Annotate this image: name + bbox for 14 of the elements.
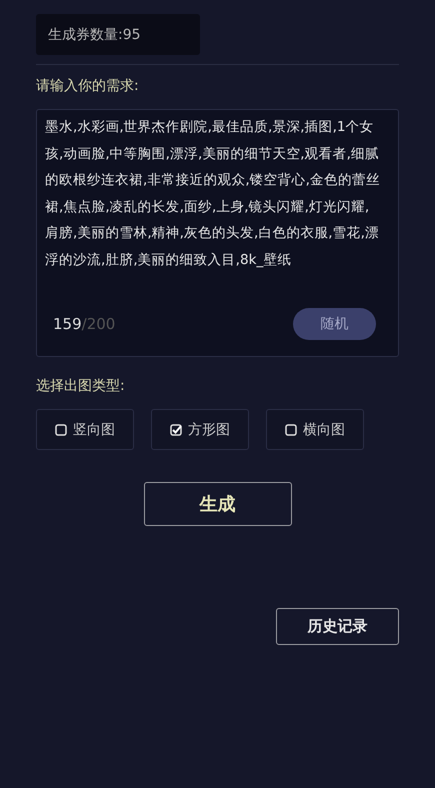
prompt-label: 请输入你的需求: [36,77,140,95]
type-option[interactable]: 竖向图 [36,409,134,450]
generate-button[interactable]: 生成 [144,482,292,526]
checkbox-icon[interactable] [55,424,67,436]
checkbox-icon[interactable] [170,424,182,436]
random-button[interactable]: 随机 [293,308,376,340]
prompt-field[interactable]: 墨水,水彩画,世界杰作剧院,最佳品质,景深,插图,1个女孩,动画脸,中等胸围,漂浮,美丽的细节天空,观看者,细腻的欧根纱连衣裙,非常接近的观众,镂空背心,金色的蕾丝裙,焦点脸,凌乱的长发,面纱,上身,镜头闪耀,灯光闪耀,肩膀,美丽的雪林,精神,灰色的头发,白色的衣服,雪花,漂浮的沙流,肚脐,美丽的细致入目,8k_壁纸 159/200 随机 [36,109,399,357]
checkbox-icon[interactable] [285,424,297,436]
type-label: 选择出图类型: [36,377,126,395]
history-button[interactable]: 历史记录 [276,608,399,645]
type-option[interactable]: 横向图 [266,409,364,450]
quota-label: 生成券数量:95 [36,14,200,55]
character-count: 159/200 [53,315,116,333]
type-option[interactable]: 方形图 [151,409,249,450]
